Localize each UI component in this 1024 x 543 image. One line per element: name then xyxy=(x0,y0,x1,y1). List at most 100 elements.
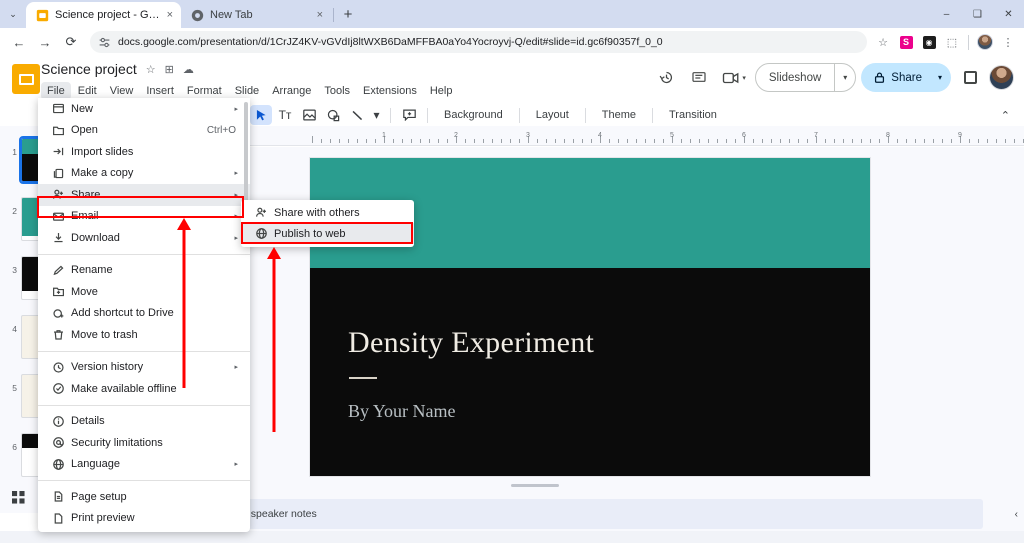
thumbnail-number: 1 xyxy=(12,147,17,157)
extension-pink-icon[interactable]: S xyxy=(896,32,916,52)
present-mode-icon[interactable] xyxy=(956,64,984,92)
forward-button[interactable]: → xyxy=(32,29,58,55)
ruler-mark-label: 4 xyxy=(598,132,602,139)
file-menu-item-add-shortcut-to-drive[interactable]: Add shortcut to Drive xyxy=(38,303,250,325)
extension-dark-icon[interactable]: ◉ xyxy=(919,32,939,52)
file-menu-item-make-available-offline[interactable]: Make available offline xyxy=(38,378,250,400)
cloud-saved-icon[interactable]: ☁ xyxy=(183,63,194,76)
file-menu-item-rename[interactable]: Rename xyxy=(38,260,250,282)
shape-tool-icon[interactable] xyxy=(322,105,344,125)
chrome-menu-icon[interactable]: ⋮ xyxy=(998,32,1018,52)
move-to-folder-icon[interactable]: ⊞ xyxy=(165,63,174,76)
menu-scrollbar[interactable] xyxy=(244,102,248,206)
file-menu-item-new[interactable]: New ▸ xyxy=(38,98,250,120)
submenu-arrow-icon: ▸ xyxy=(234,461,238,469)
file-menu-item-email[interactable]: Email ▸ xyxy=(38,206,250,228)
select-tool-icon[interactable] xyxy=(250,105,272,125)
slideshow-caret-icon[interactable]: ▾ xyxy=(835,73,855,82)
file-menu-item-open[interactable]: Open Ctrl+O xyxy=(38,120,250,142)
menu-item-label: Version history xyxy=(71,361,144,374)
ruler-tick xyxy=(825,139,826,143)
ruler-tick xyxy=(906,139,907,143)
new-tab-button[interactable]: + xyxy=(336,2,360,26)
person-add-icon xyxy=(255,206,274,219)
share-submenu-item-share-with-others[interactable]: Share with others xyxy=(241,202,414,223)
menu-arrange[interactable]: Arrange xyxy=(266,82,317,100)
file-menu-item-move-to-trash[interactable]: Move to trash xyxy=(38,324,250,346)
tab-close-icon[interactable]: × xyxy=(317,9,323,21)
ruler-tick xyxy=(438,139,439,143)
slideshow-button[interactable]: Slideshow ▾ xyxy=(754,63,857,92)
file-menu-item-download[interactable]: Download ▸ xyxy=(38,227,250,249)
version-history-icon[interactable] xyxy=(652,64,680,92)
slide-title-text[interactable]: Density Experiment xyxy=(348,326,594,360)
ruler-tick xyxy=(726,139,727,143)
url-text: docs.google.com/presentation/d/1CrJZ4KV-… xyxy=(118,36,663,48)
thumbnail-number: 6 xyxy=(12,442,17,452)
ruler-tick xyxy=(447,139,448,143)
file-menu-dropdown[interactable]: New ▸ Open Ctrl+O Import slides Make a copy ▸ S… xyxy=(38,98,250,532)
line-caret-icon[interactable]: ▾ xyxy=(370,105,383,125)
menu-tools[interactable]: Tools xyxy=(318,82,356,100)
site-settings-icon[interactable] xyxy=(98,36,111,49)
theme-button[interactable]: Theme xyxy=(593,109,645,121)
avatar[interactable] xyxy=(989,65,1014,90)
menu-help[interactable]: Help xyxy=(424,82,459,100)
bookmark-star-icon[interactable]: ☆ xyxy=(873,32,893,52)
menu-item-label: Page setup xyxy=(71,490,127,503)
file-menu-item-details[interactable]: Details xyxy=(38,411,250,433)
share-button[interactable]: Share ▾ xyxy=(861,63,951,92)
share-caret-icon[interactable]: ▾ xyxy=(934,73,951,82)
tab-new-tab[interactable]: New Tab × xyxy=(181,2,331,28)
ruler-tick xyxy=(510,139,511,143)
file-menu-item-version-history[interactable]: Version history ▸ xyxy=(38,357,250,379)
tab-close-icon[interactable]: × xyxy=(167,9,173,21)
extensions-puzzle-icon[interactable]: ⬚ xyxy=(942,32,962,52)
share-submenu-item-publish-to-web[interactable]: Publish to web xyxy=(241,223,414,244)
page-title[interactable]: Science project xyxy=(41,61,137,77)
ruler-tick xyxy=(951,139,952,143)
ruler-tick xyxy=(915,139,916,143)
maximize-button[interactable]: ❑ xyxy=(962,0,993,28)
line-tool-icon[interactable] xyxy=(346,105,368,125)
file-menu-item-make-a-copy[interactable]: Make a copy ▸ xyxy=(38,163,250,185)
meet-button[interactable]: ▾ xyxy=(718,64,750,92)
speaker-notes-input[interactable]: Click to add speaker notes xyxy=(183,499,983,529)
text-box-tool-icon[interactable]: Tᴛ xyxy=(274,105,296,125)
collapse-toolbar-icon[interactable]: ⌃ xyxy=(1001,109,1010,122)
close-window-button[interactable]: ✕ xyxy=(993,0,1024,28)
google-slides-logo[interactable] xyxy=(12,64,40,94)
transition-button[interactable]: Transition xyxy=(660,109,726,121)
address-bar[interactable]: docs.google.com/presentation/d/1CrJZ4KV-… xyxy=(90,31,867,53)
file-menu-item-page-setup[interactable]: Page setup xyxy=(38,486,250,508)
tab-search-icon[interactable]: ⌄ xyxy=(0,0,26,28)
notes-collapse-icon[interactable]: ‹ xyxy=(1015,509,1018,520)
file-menu-item-move[interactable]: Move xyxy=(38,281,250,303)
share-submenu[interactable]: Share with others Publish to web xyxy=(241,200,414,247)
layout-button[interactable]: Layout xyxy=(527,109,578,121)
grid-view-icon[interactable] xyxy=(12,491,25,507)
tab-science-project[interactable]: Science project - Google Slides × xyxy=(26,2,181,28)
omnibox-actions: ☆ S ◉ ⬚ ⋮ xyxy=(873,32,1018,52)
thumbnail-number: 5 xyxy=(12,383,17,393)
reload-button[interactable]: ⟳ xyxy=(58,29,84,55)
ruler-tick xyxy=(312,136,313,143)
slides-icon xyxy=(36,9,49,21)
horizontal-ruler[interactable]: 1 2 3 4 5 6 7 8 9 xyxy=(250,126,1024,146)
file-menu-item-language[interactable]: Language ▸ xyxy=(38,454,250,476)
file-menu-item-print-preview[interactable]: Print preview xyxy=(38,508,250,530)
file-menu-item-import-slides[interactable]: Import slides xyxy=(38,141,250,163)
insert-image-tool-icon[interactable] xyxy=(298,105,320,125)
back-button[interactable]: ← xyxy=(6,29,32,55)
slide-subtitle-text[interactable]: By Your Name xyxy=(348,401,456,422)
menu-extensions[interactable]: Extensions xyxy=(357,82,423,100)
minimize-button[interactable]: – xyxy=(931,0,962,28)
add-comment-tool-icon[interactable] xyxy=(398,105,420,125)
file-menu-item-share[interactable]: Share ▸ xyxy=(38,184,250,206)
comment-icon[interactable] xyxy=(685,64,713,92)
notes-resize-handle[interactable] xyxy=(510,484,559,487)
profile-avatar[interactable] xyxy=(975,32,995,52)
file-menu-item-security-limitations[interactable]: Security limitations xyxy=(38,432,250,454)
background-button[interactable]: Background xyxy=(435,109,512,121)
star-icon[interactable]: ☆ xyxy=(146,63,156,76)
